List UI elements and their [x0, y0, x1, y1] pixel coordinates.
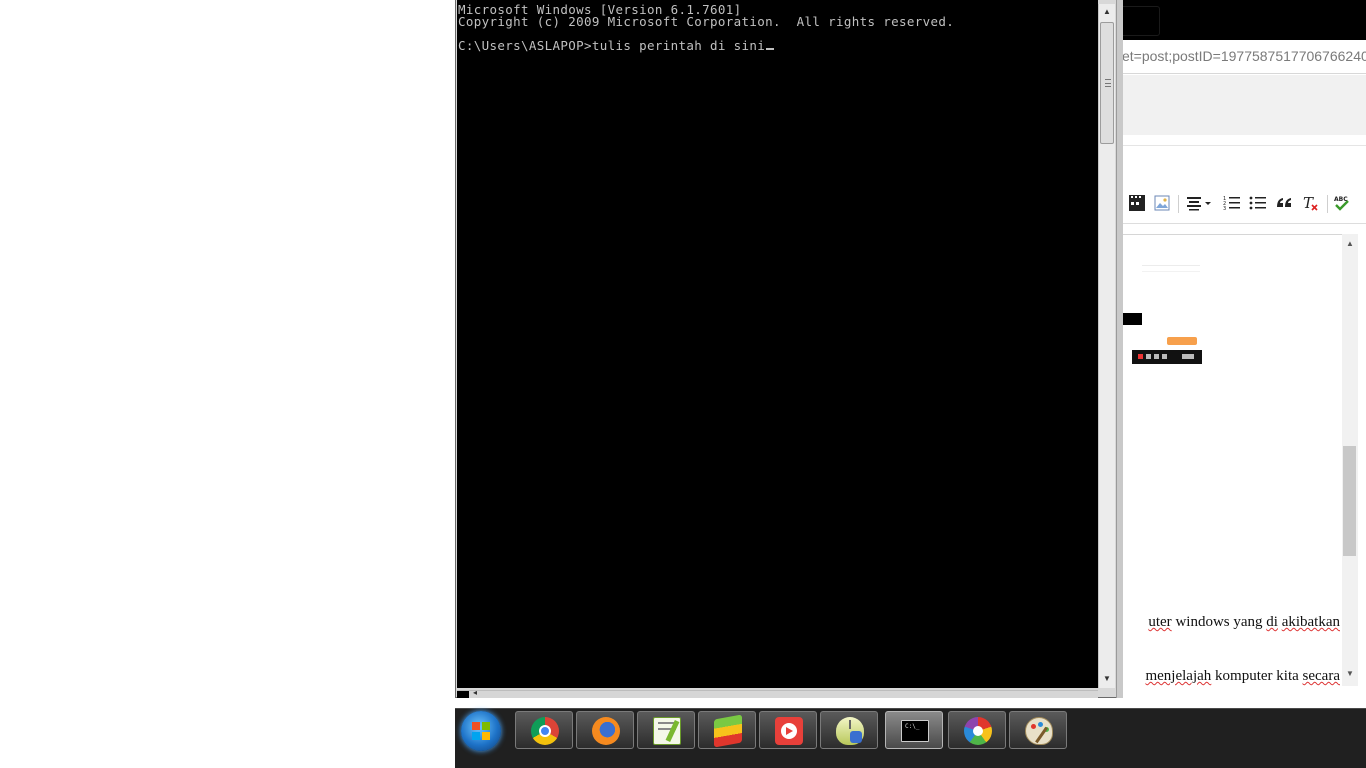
console-command[interactable]: tulis perintah di sini — [592, 38, 765, 53]
bluestacks-icon — [714, 714, 742, 748]
editor-toolbar: 123 T ABC — [1100, 186, 1366, 224]
picasa-icon — [964, 717, 992, 745]
windows-logo-icon — [472, 722, 490, 740]
start-button[interactable] — [461, 711, 501, 751]
command-prompt-window[interactable]: Microsoft Windows [Version 6.1.7601] Cop… — [455, 0, 1123, 698]
numbered-list-icon[interactable]: 123 — [1223, 194, 1241, 212]
firefox-icon — [592, 717, 620, 745]
paint-icon — [1025, 717, 1053, 745]
desktop: et=post;postID=1977587517706766240 123 T… — [0, 0, 1366, 768]
console-screen[interactable]: Microsoft Windows [Version 6.1.7601] Cop… — [457, 0, 1098, 688]
address-bar[interactable]: et=post;postID=1977587517706766240 — [1100, 40, 1366, 74]
taskbar-paint[interactable] — [1009, 711, 1067, 749]
editor-header-bar — [1100, 75, 1366, 135]
quote-icon[interactable] — [1275, 194, 1293, 212]
scrollbar-thumb[interactable] — [1100, 22, 1114, 144]
chrome-icon — [531, 717, 559, 745]
console-horizontal-scrollbar[interactable]: ◂ — [457, 688, 1098, 698]
scrollbar-edge — [457, 691, 469, 698]
misspelled-word[interactable]: uter — [1148, 614, 1171, 630]
taskbar-command-prompt[interactable]: C:\_ — [885, 711, 943, 749]
scroll-left-arrow-icon[interactable]: ◂ — [473, 688, 485, 698]
browser-tab-strip[interactable] — [1100, 0, 1366, 40]
scroll-down-arrow-icon[interactable]: ▼ — [1342, 666, 1358, 682]
embedded-screenshot-tray — [1132, 350, 1202, 364]
spellcheck-icon[interactable]: ABC — [1333, 194, 1351, 212]
address-url[interactable]: et=post;postID=1977587517706766240 — [1122, 48, 1366, 64]
console-copyright-line: Copyright (c) 2009 Microsoft Corporation… — [458, 14, 955, 29]
misspelled-word[interactable]: menjelajah — [1145, 668, 1211, 684]
text-cursor — [766, 48, 775, 50]
taskbar-chrome[interactable] — [515, 711, 573, 749]
taskbar-notepad-plus-plus[interactable] — [637, 711, 695, 749]
embedded-screenshot-badge — [1167, 337, 1197, 345]
align-icon[interactable] — [1186, 194, 1214, 212]
misspelled-word[interactable]: di — [1266, 614, 1278, 630]
browser-window[interactable]: et=post;postID=1977587517706766240 123 T… — [1100, 0, 1366, 710]
bullet-list-icon[interactable] — [1249, 194, 1267, 212]
notepad-plus-plus-icon — [653, 717, 681, 745]
taskbar-firefox[interactable] — [576, 711, 634, 749]
window-frame[interactable] — [1116, 0, 1123, 698]
misspelled-word[interactable]: akibatkan — [1282, 614, 1340, 630]
taskbar-bluestacks[interactable] — [698, 711, 756, 749]
taskbar-video-player[interactable] — [759, 711, 817, 749]
console-prompt: C:\Users\ASLAPOP> — [458, 38, 592, 53]
video-player-icon — [775, 717, 803, 745]
scrollbar-thumb[interactable] — [1343, 446, 1356, 556]
console-vertical-scrollbar[interactable]: ▲ ▼ — [1098, 4, 1115, 688]
svg-text:3: 3 — [1223, 206, 1226, 212]
mouse-utility-icon — [836, 717, 864, 745]
post-text: komputer kita — [1211, 668, 1303, 684]
clear-format-icon[interactable]: T — [1301, 194, 1319, 212]
toolbar-separator — [1178, 195, 1179, 213]
divider — [1100, 145, 1366, 146]
editor-scrollbar[interactable]: ▲ ▼ — [1342, 234, 1358, 686]
post-editor[interactable]: uter windows yang di akibatkan menjelaja… — [1100, 234, 1342, 686]
toolbar-separator — [1327, 195, 1328, 213]
post-text-line: uter windows yang di akibatkan — [1100, 614, 1340, 631]
command-prompt-icon: C:\_ — [901, 720, 929, 742]
console-input-line[interactable]: C:\Users\ASLAPOP>tulis perintah di sini — [458, 38, 775, 53]
post-text: windows yang — [1171, 614, 1267, 630]
taskbar-picasa[interactable] — [948, 711, 1006, 749]
browser-tab[interactable] — [1120, 6, 1160, 36]
embedded-screenshot-detail — [1142, 265, 1200, 266]
image-icon[interactable] — [1153, 194, 1171, 212]
video-icon[interactable] — [1128, 194, 1146, 212]
scroll-up-arrow-icon[interactable]: ▲ — [1099, 4, 1115, 20]
misspelled-word[interactable]: secara — [1303, 668, 1340, 684]
scroll-up-arrow-icon[interactable]: ▲ — [1342, 236, 1358, 252]
scroll-down-arrow-icon[interactable]: ▼ — [1099, 671, 1115, 687]
taskbar-mouse-utility[interactable] — [820, 711, 878, 749]
embedded-screenshot-detail — [1142, 271, 1200, 272]
post-text-line: menjelajah komputer kita secara — [1100, 668, 1340, 685]
scrollbar-grip-icon — [1105, 79, 1111, 87]
taskbar: C:\_ — [455, 708, 1366, 768]
